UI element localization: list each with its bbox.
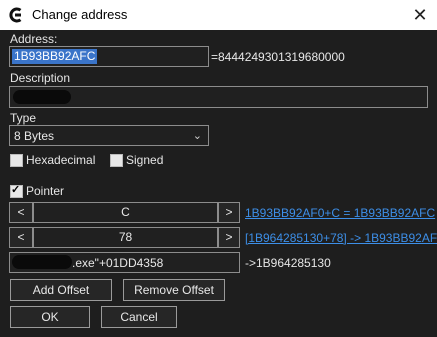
- address-input-value: 1B93BB92AFC: [12, 49, 98, 64]
- base-address-input[interactable]: .exe"+01DD4358: [9, 252, 240, 273]
- offset-1-increase-button[interactable]: >: [218, 202, 240, 223]
- type-selected-value: 8 Bytes: [14, 129, 55, 143]
- description-input[interactable]: [9, 86, 428, 108]
- close-button[interactable]: ✕: [407, 3, 433, 27]
- window-title: Change address: [32, 7, 128, 22]
- hexadecimal-label: Hexadecimal: [26, 153, 96, 167]
- offset-1-decrease-button[interactable]: <: [9, 202, 33, 223]
- close-icon: ✕: [412, 5, 428, 25]
- base-address-suffix: .exe"+01DD4358: [72, 256, 164, 270]
- title-bar: Change address ✕: [0, 0, 437, 30]
- cheat-engine-icon: [9, 7, 22, 23]
- offset-1-result-link[interactable]: 1B93BB92AF0+C = 1B93BB92AFC: [245, 206, 435, 220]
- base-address-result: ->1B964285130: [245, 256, 331, 270]
- offset-2-result-link[interactable]: [1B964285130+78] -> 1B93BB92AF0: [245, 231, 437, 245]
- redacted-module-name: [12, 255, 72, 269]
- signed-label: Signed: [126, 153, 164, 167]
- cancel-button[interactable]: Cancel: [101, 306, 177, 328]
- signed-checkbox[interactable]: [110, 154, 123, 167]
- redacted-description: [13, 90, 71, 104]
- address-resolved-value: =8444249301319680000: [211, 50, 345, 64]
- offset-1-input[interactable]: C: [33, 202, 218, 223]
- hexadecimal-checkbox[interactable]: [10, 154, 23, 167]
- type-label: Type: [10, 111, 37, 125]
- remove-offset-button[interactable]: Remove Offset: [123, 279, 225, 301]
- offset-2-input[interactable]: 78: [33, 227, 218, 248]
- pointer-checkbox[interactable]: [10, 183, 23, 198]
- address-label: Address:: [10, 32, 58, 46]
- offset-2-decrease-button[interactable]: <: [9, 227, 33, 248]
- ok-button[interactable]: OK: [10, 306, 90, 328]
- type-select[interactable]: 8 Bytes ⌄: [9, 125, 209, 146]
- pointer-label: Pointer: [26, 184, 65, 198]
- chevron-down-icon: ⌄: [192, 130, 202, 142]
- address-input[interactable]: 1B93BB92AFC: [9, 46, 209, 67]
- description-label: Description: [10, 71, 71, 85]
- add-offset-button[interactable]: Add Offset: [10, 279, 112, 301]
- offset-2-increase-button[interactable]: >: [218, 227, 240, 248]
